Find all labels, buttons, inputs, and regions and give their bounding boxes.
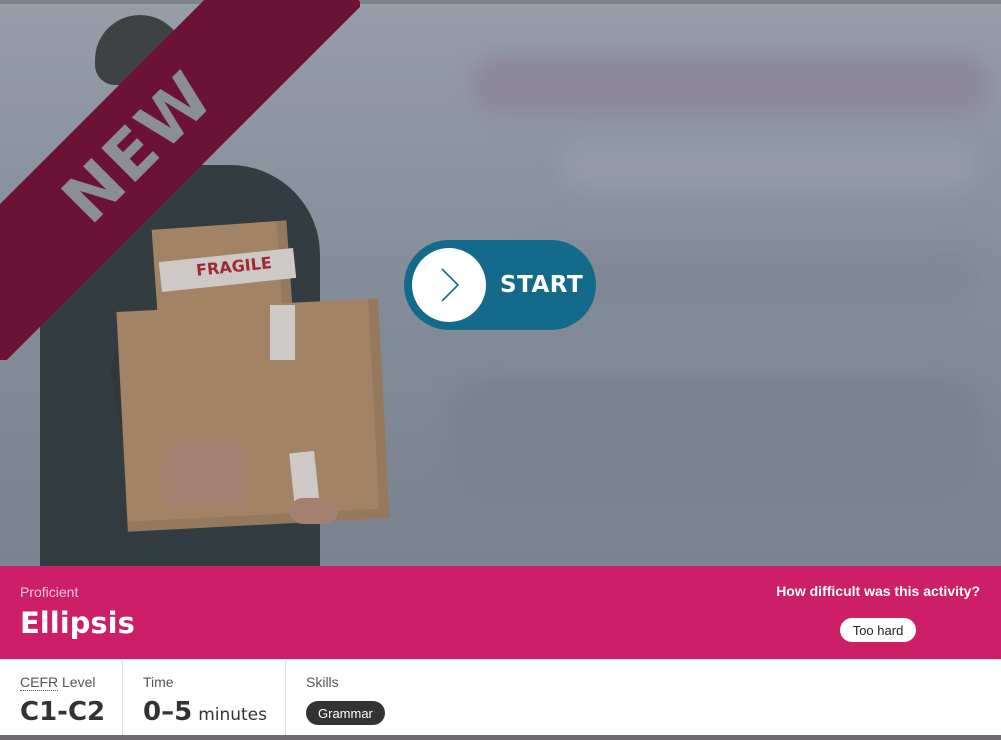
- activity-title-bar: Proficient Ellipsis How difficult was th…: [0, 566, 1001, 659]
- time-value: 0–5: [143, 697, 193, 727]
- time-unit: minutes: [198, 705, 268, 725]
- difficulty-question: How difficult was this activity?: [776, 583, 980, 599]
- new-badge-label: NEW: [47, 56, 229, 239]
- start-label: START: [500, 272, 584, 298]
- cefr-label-suffix: Level: [58, 674, 96, 690]
- cefr-level-column: CEFR Level C1-C2: [0, 660, 123, 736]
- start-circle: [412, 248, 486, 322]
- new-ribbon-band: NEW: [0, 0, 360, 360]
- skills-label: Skills: [306, 674, 339, 690]
- level-name: Proficient: [20, 584, 79, 600]
- hero-banner: FRAGILE NEW START: [0, 0, 1001, 566]
- skill-tag-grammar[interactable]: Grammar: [306, 701, 385, 725]
- bottom-divider: [0, 735, 1001, 740]
- cefr-abbreviation: CEFR: [20, 674, 59, 691]
- cefr-level-label: CEFR Level: [20, 674, 96, 691]
- chevron-right-icon: [441, 268, 460, 302]
- skills-column: Skills Grammar: [286, 660, 1001, 736]
- time-column: Time 0–5 minutes: [123, 660, 286, 736]
- cefr-level-value: C1-C2: [20, 697, 106, 727]
- activity-title: Ellipsis: [20, 606, 135, 640]
- start-button[interactable]: START: [404, 240, 596, 330]
- activity-info-bar: CEFR Level C1-C2 Time 0–5 minutes Skills …: [0, 659, 1001, 736]
- too-hard-button[interactable]: Too hard: [840, 618, 916, 642]
- new-ribbon: NEW: [0, 0, 360, 360]
- time-value-wrap: 0–5 minutes: [143, 697, 267, 727]
- time-label: Time: [143, 674, 174, 690]
